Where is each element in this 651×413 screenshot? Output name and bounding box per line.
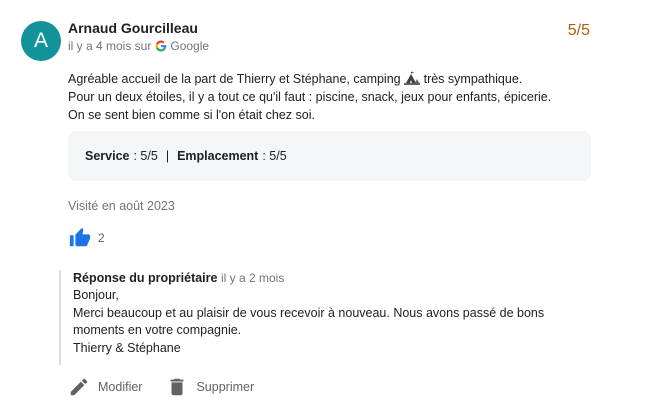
review-time: il y a 4 mois sur: [68, 39, 152, 53]
review-meta: il y a 4 mois sur Google: [68, 39, 209, 53]
pencil-icon[interactable]: [68, 376, 90, 398]
delete-button[interactable]: Supprimer: [166, 376, 254, 398]
trash-icon[interactable]: [166, 376, 188, 398]
owner-reply: Réponse du propriétaire il y a 2 mois Bo…: [59, 270, 579, 365]
delete-label[interactable]: Supprimer: [196, 380, 254, 394]
like-count: 2: [98, 231, 105, 245]
edit-button[interactable]: Modifier: [68, 376, 142, 398]
review-text: Agréable accueil de la part de Thierry e…: [68, 70, 588, 124]
visited-date: Visité en août 2023: [68, 199, 175, 213]
thumbs-up-icon[interactable]: [68, 227, 92, 249]
tent-icon: [404, 71, 421, 85]
review-score: 5/5: [567, 22, 590, 39]
review-text-line1-b: très sympathique.: [423, 72, 523, 86]
reply-actions: Modifier Supprimer: [68, 376, 254, 398]
reply-time: il y a 2 mois: [220, 271, 285, 285]
reply-body: Bonjour, Merci beaucoup et au plaisir de…: [73, 288, 545, 356]
edit-label[interactable]: Modifier: [98, 380, 142, 394]
review-text-line1-a: Agréable accueil de la part de Thierry e…: [68, 72, 401, 86]
location-value: : 5/5: [262, 149, 287, 163]
ratings-summary: Service : 5/5 | Emplacement : 5/5: [68, 131, 591, 181]
ratings-separator: |: [165, 149, 170, 163]
review-source: Google: [170, 39, 210, 53]
review-text-line3: On se sent bien comme si l'on était chez…: [68, 108, 315, 122]
reply-owner-label: Réponse du propriétaire: [73, 271, 218, 285]
service-label: Service: [85, 149, 130, 163]
author-name[interactable]: Arnaud Gourcilleau: [68, 20, 198, 36]
google-g-icon: [155, 40, 167, 52]
service-value: : 5/5: [133, 149, 158, 163]
review-text-line2: Pour un deux étoiles, il y a tout ce qu'…: [68, 90, 552, 104]
avatar[interactable]: A: [21, 21, 61, 61]
location-label: Emplacement: [177, 149, 259, 163]
like-button[interactable]: 2: [68, 227, 105, 249]
